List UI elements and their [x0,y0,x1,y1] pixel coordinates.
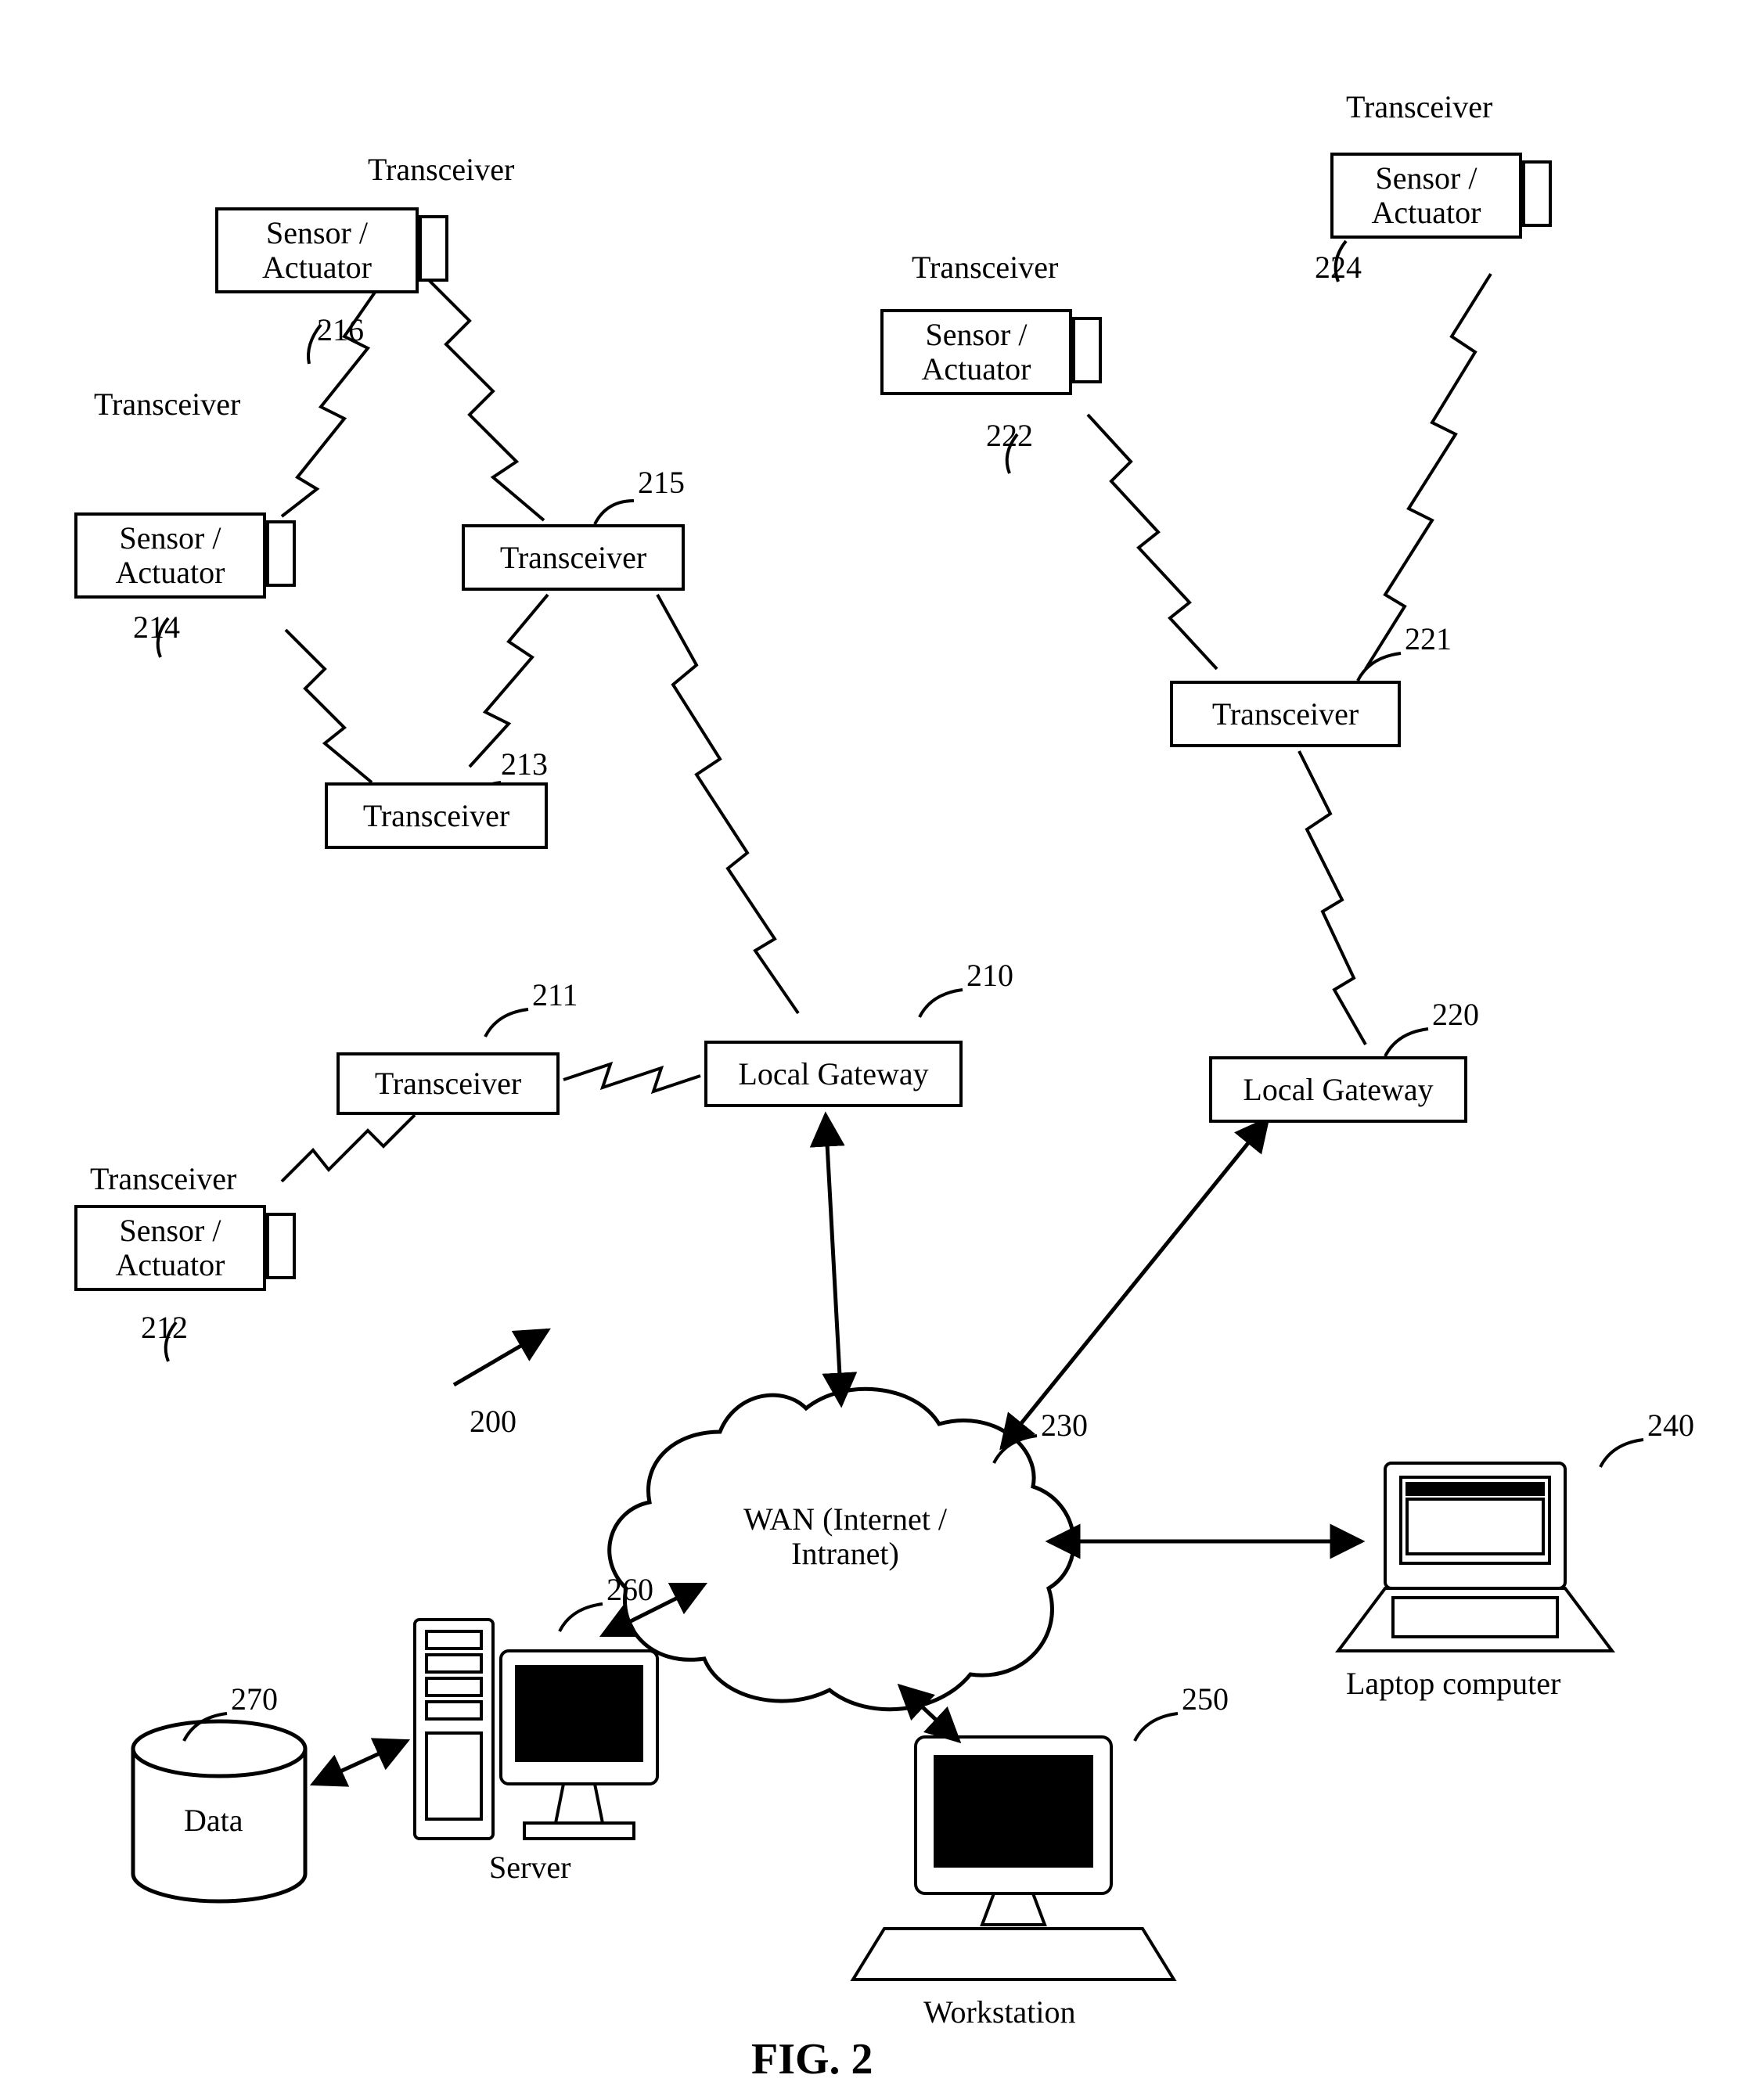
ref-221: 221 [1405,622,1452,656]
local-gateway-210-text: Local Gateway [738,1057,928,1091]
ref-224: 224 [1315,250,1362,285]
ref-212: 212 [141,1311,188,1345]
ref-200: 200 [470,1404,516,1439]
transceiver-211-text: Transceiver [375,1066,521,1101]
transceiver-label-216: Transceiver [368,153,514,187]
data-270-text: Data [184,1803,243,1838]
transceiver-label-224: Transceiver [1346,90,1492,124]
local-gateway-220-text: Local Gateway [1243,1073,1433,1107]
transceiver-215: Transceiver [462,524,685,591]
transceiver-221-text: Transceiver [1212,697,1359,732]
ref-215: 215 [638,466,685,500]
sensor-actuator-222: Sensor / Actuator [880,309,1072,395]
sensor-actuator-214-text: Sensor / Actuator [116,521,225,590]
transceiver-attach-216 [419,215,448,282]
local-gateway-210: Local Gateway [704,1041,963,1107]
sensor-actuator-216: Sensor / Actuator [215,207,419,293]
ref-216: 216 [317,313,364,347]
ref-250: 250 [1182,1682,1229,1717]
ref-240: 240 [1647,1408,1694,1443]
ref-211: 211 [532,978,578,1012]
ref-260: 260 [606,1573,653,1607]
transceiver-attach-214 [266,520,296,587]
ref-270: 270 [231,1682,278,1717]
cloud-230-text: WAN (Internet / Intranet) [728,1502,963,1571]
transceiver-label-212: Transceiver [90,1162,236,1196]
ref-220: 220 [1432,998,1479,1032]
transceiver-attach-222 [1072,317,1102,383]
sensor-actuator-212: Sensor / Actuator [74,1205,266,1291]
transceiver-211: Transceiver [337,1052,560,1115]
ref-222: 222 [986,419,1033,453]
local-gateway-220: Local Gateway [1209,1056,1467,1123]
transceiver-213: Transceiver [325,782,548,849]
sensor-actuator-224-text: Sensor / Actuator [1372,161,1481,230]
sensor-actuator-214: Sensor / Actuator [74,512,266,599]
sensor-actuator-222-text: Sensor / Actuator [922,318,1031,387]
transceiver-213-text: Transceiver [363,799,509,833]
ref-214: 214 [133,610,180,645]
diagram-stage: Sensor / Actuator Transceiver 216 Sensor… [0,0,1742,2100]
workstation-250-text: Workstation [923,1995,1076,2030]
transceiver-221: Transceiver [1170,681,1401,747]
transceiver-215-text: Transceiver [500,541,646,575]
figure-label: FIG. 2 [751,2034,873,2084]
sensor-actuator-216-text: Sensor / Actuator [262,216,372,285]
server-260-text: Server [489,1850,570,1885]
laptop-240-text: Laptop computer [1346,1667,1560,1701]
transceiver-attach-212 [266,1213,296,1279]
transceiver-label-214: Transceiver [94,387,240,422]
sensor-actuator-212-text: Sensor / Actuator [116,1214,225,1282]
transceiver-attach-224 [1522,160,1552,227]
ref-210: 210 [966,958,1013,993]
ref-230: 230 [1041,1408,1088,1443]
ref-213: 213 [501,747,548,782]
transceiver-label-222: Transceiver [912,250,1058,285]
sensor-actuator-224: Sensor / Actuator [1330,153,1522,239]
